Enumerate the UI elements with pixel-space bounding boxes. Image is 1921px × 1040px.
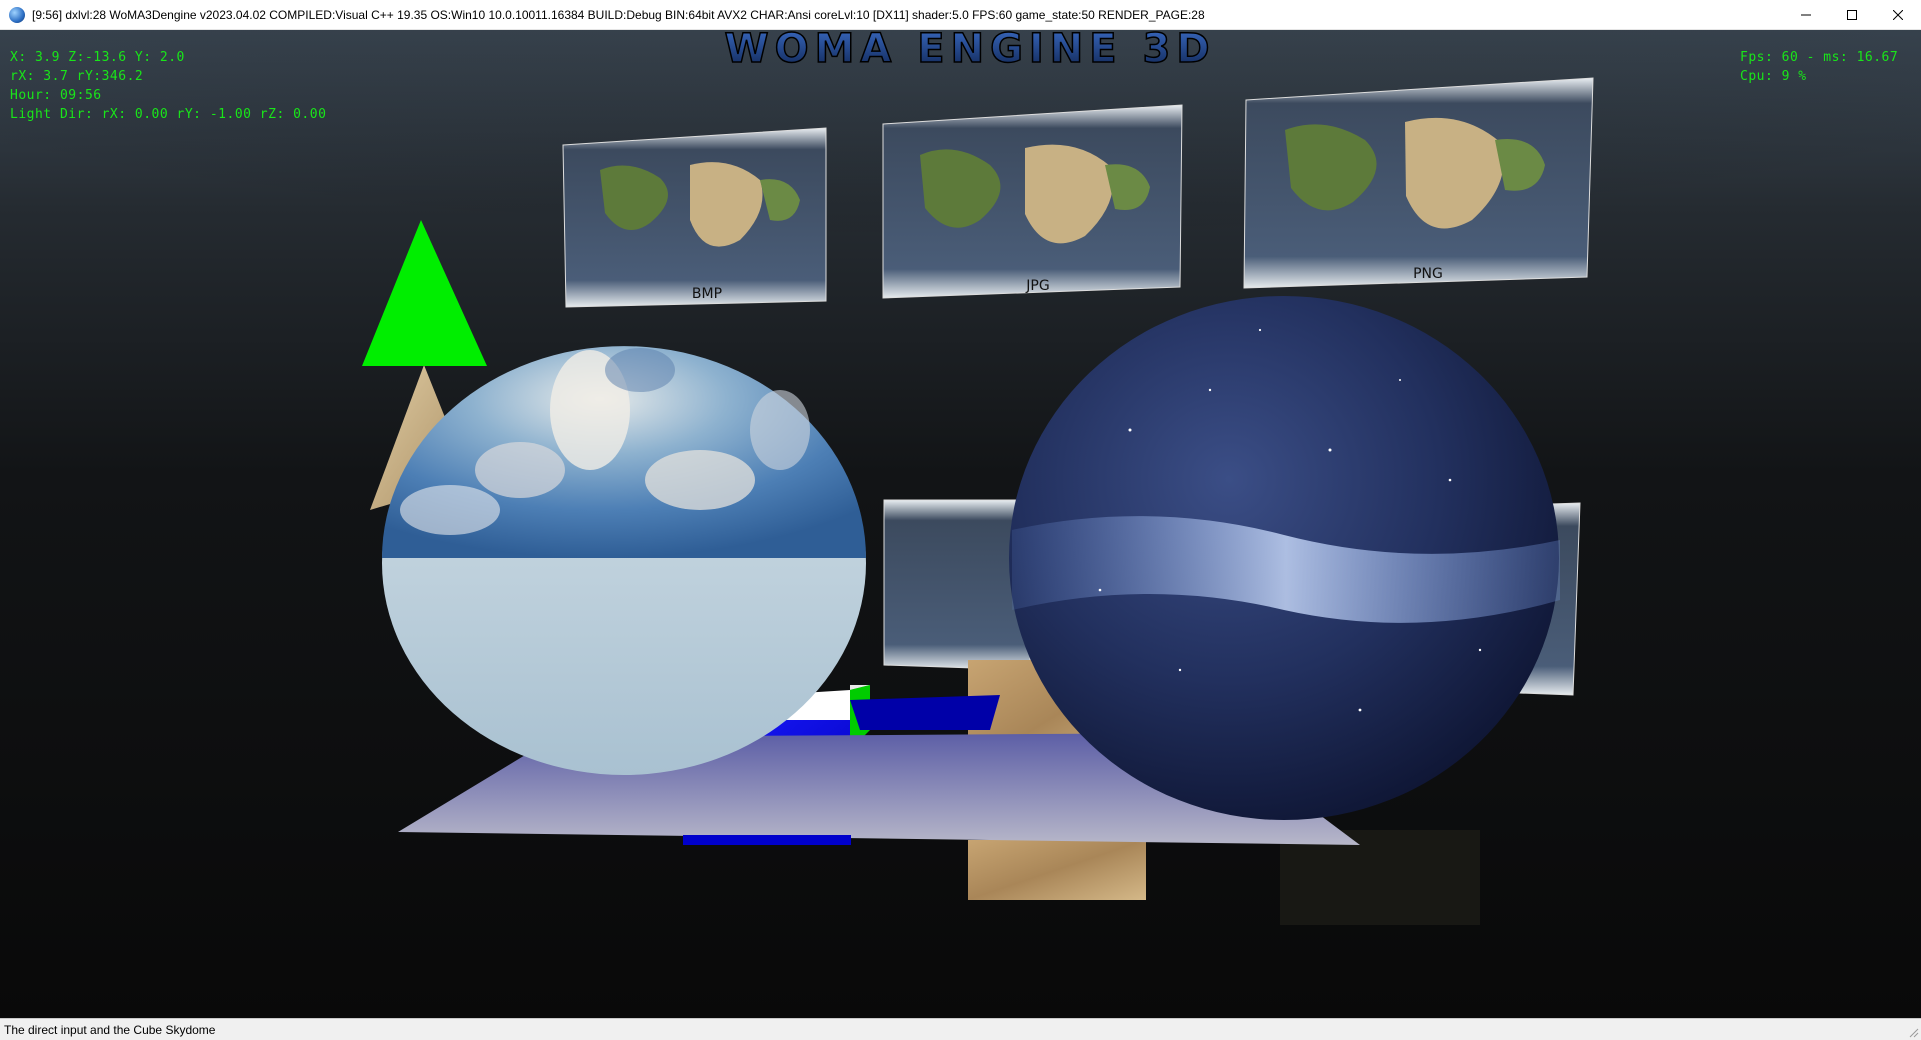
panel-label-bmp: BMP [692, 286, 722, 302]
blue-back-plane [850, 695, 1000, 730]
scene-render: WOMA ENGINE 3D BMP JPG PNG [0, 30, 1921, 1018]
hud-cpu: Cpu: 9 % [1740, 69, 1807, 84]
hud-camera-info: X: 3.9 Z:-13.6 Y: 2.0 rX: 3.7 rY:346.2 H… [10, 48, 326, 124]
hud-hour: Hour: 09:56 [10, 88, 102, 103]
hud-rotation: rX: 3.7 rY:346.2 [10, 69, 144, 84]
engine-logo: WOMA ENGINE 3D [724, 30, 1215, 72]
status-text: The direct input and the Cube Skydome [4, 1022, 216, 1037]
texture-panel-bmp: BMP [562, 127, 827, 308]
close-icon [1893, 10, 1903, 20]
window-titlebar: [9:56] dxlvl:28 WoMA3Dengine v2023.04.02… [0, 0, 1921, 30]
texture-panel-lower-left [883, 499, 1031, 671]
render-viewport[interactable]: WOMA ENGINE 3D BMP JPG PNG X: 3.9 Z:-13.… [0, 30, 1921, 1018]
panel-label-jpg: JPG [1025, 278, 1049, 294]
texture-panel-png: PNG [1243, 77, 1594, 289]
status-bar: The direct input and the Cube Skydome [0, 1018, 1921, 1040]
window-controls [1783, 0, 1921, 30]
blue-cube-base [683, 835, 851, 845]
close-button[interactable] [1875, 0, 1921, 30]
hud-position: X: 3.9 Z:-13.6 Y: 2.0 [10, 50, 185, 65]
resize-grip-icon[interactable] [1907, 1026, 1919, 1038]
maximize-icon [1847, 10, 1857, 20]
night-sphere [1009, 296, 1560, 820]
texture-panel-jpg: JPG [882, 104, 1183, 299]
maximize-button[interactable] [1829, 0, 1875, 30]
panel-label-png: PNG [1413, 266, 1443, 282]
hud-fps: Fps: 60 - ms: 16.67 [1740, 50, 1899, 65]
hud-light-dir: Light Dir: rX: 0.00 rY: -1.00 rZ: 0.00 [10, 107, 327, 122]
minimize-icon [1801, 14, 1811, 16]
hud-performance: Fps: 60 - ms: 16.67 Cpu: 9 % [1740, 48, 1898, 86]
sand-cube-bottom [968, 840, 1146, 900]
sky-sphere [382, 346, 866, 775]
minimize-button[interactable] [1783, 0, 1829, 30]
app-globe-icon [9, 6, 25, 23]
window-title: [9:56] dxlvl:28 WoMA3Dengine v2023.04.02… [32, 7, 1205, 22]
